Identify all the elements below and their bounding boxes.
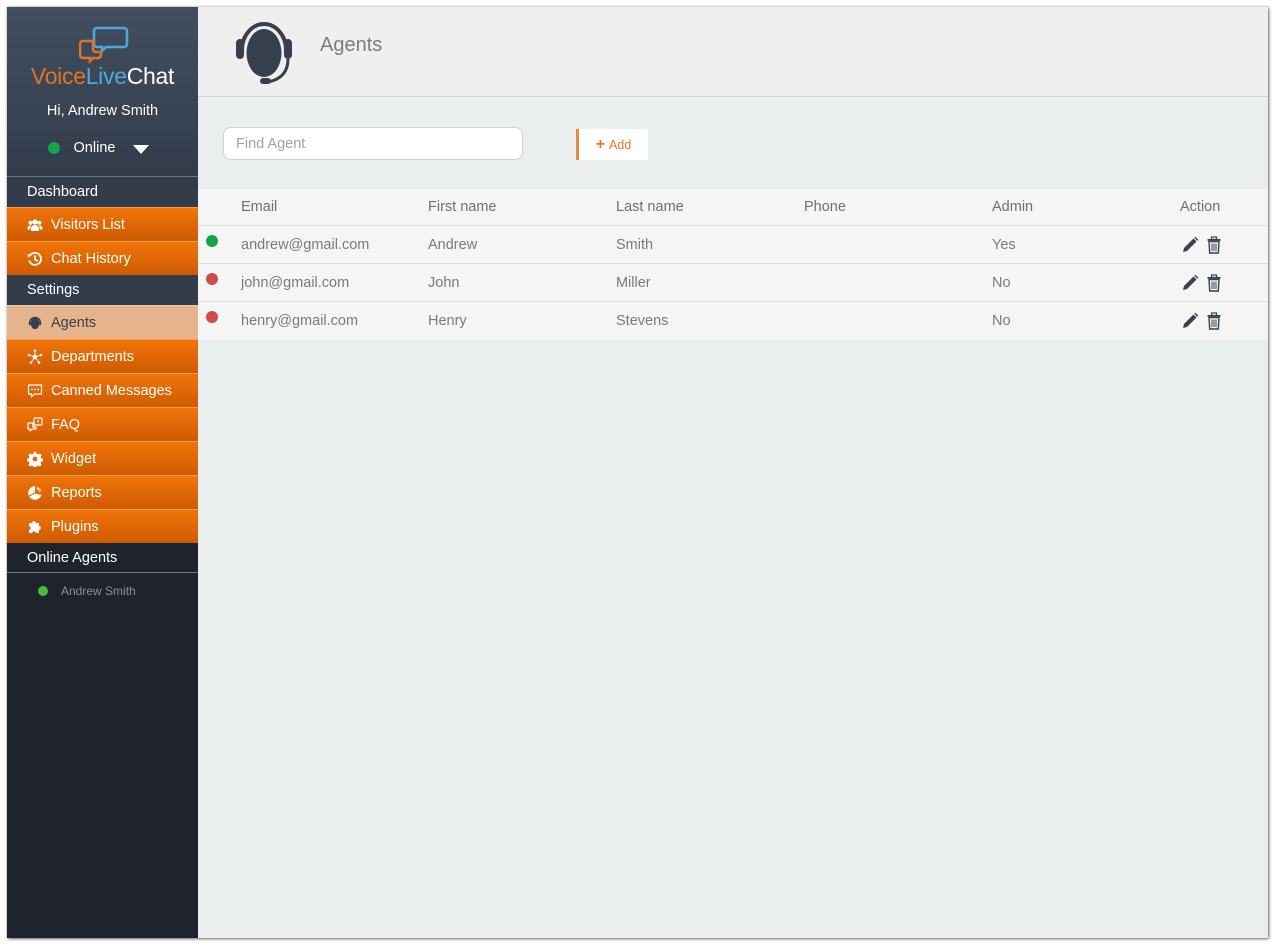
headset-icon (26, 314, 43, 331)
add-label: Add (609, 137, 632, 152)
online-agent-name: Andrew Smith (61, 584, 136, 598)
history-icon (26, 250, 43, 267)
online-agent-item[interactable]: Andrew Smith (7, 573, 198, 609)
sidebar-item-canned-messages[interactable]: Canned Messages (7, 373, 198, 407)
sidebar-item-visitors-list[interactable]: Visitors List (7, 207, 198, 241)
sidebar-item-label: Reports (51, 484, 102, 501)
sidebar-item-chat-history[interactable]: Chat History (7, 241, 198, 275)
gear-icon (26, 450, 43, 467)
status-selector[interactable]: Online (7, 138, 198, 158)
first-name-cell: Henry (428, 313, 467, 329)
first-name-cell: John (428, 274, 460, 291)
table-header-row: Email First name Last name Phone Admin A… (198, 189, 1268, 226)
admin-cell: No (992, 313, 1011, 329)
delete-trash-icon[interactable] (1205, 235, 1223, 254)
sidebar-item-label: Widget (51, 450, 97, 467)
status-dot-icon (206, 311, 218, 323)
main-content: Agents + Add Email First name Last name … (198, 7, 1268, 938)
sidebar-item-agents[interactable]: Agents (7, 305, 198, 339)
sidebar-item-label: Canned Messages (51, 382, 172, 399)
sidebar-item-label: Departments (51, 348, 135, 365)
brand-part-voice: Voice (30, 63, 86, 89)
page-header: Agents (198, 7, 1268, 97)
sidebar-item-label: Agents (51, 314, 97, 331)
column-header-phone[interactable]: Phone (804, 199, 846, 215)
sidebar-item-plugins[interactable]: Plugins (7, 509, 198, 543)
headset-icon (236, 22, 292, 84)
edit-pencil-icon[interactable] (1181, 274, 1199, 292)
edit-pencil-icon[interactable] (1181, 312, 1199, 330)
plus-icon: + (595, 135, 606, 153)
last-name-cell: Miller (616, 274, 651, 291)
sidebar-item-label: Plugins (51, 518, 99, 535)
sidebar-item-label: Chat History (51, 250, 131, 267)
section-settings: Settings (7, 275, 198, 305)
email-cell: andrew@gmail.com (241, 236, 370, 253)
sidebar-item-label: FAQ (51, 416, 81, 433)
sidebar-item-departments[interactable]: Departments (7, 339, 198, 373)
table-row[interactable]: andrew@gmail.com Andrew Smith Yes (198, 226, 1268, 264)
action-cell (1180, 273, 1223, 292)
column-header-admin[interactable]: Admin (992, 199, 1033, 215)
brand-part-chat: Chat (126, 63, 175, 89)
section-dashboard: Dashboard (7, 177, 198, 207)
last-name-cell: Smith (616, 236, 654, 253)
admin-cell: No (992, 274, 1011, 291)
network-icon (26, 348, 43, 365)
last-name-cell: Stevens (616, 313, 669, 329)
first-name-cell: Andrew (428, 236, 478, 253)
delete-trash-icon[interactable] (1205, 273, 1223, 292)
puzzle-icon (26, 518, 43, 535)
faq-icon (26, 416, 43, 433)
table-row[interactable]: henry@gmail.com Henry Stevens No (198, 302, 1268, 340)
brand-part-live: Live (85, 63, 127, 89)
column-header-last-name[interactable]: Last name (616, 199, 684, 215)
email-cell: john@gmail.com (241, 274, 350, 291)
sidebar: VoiceLiveChat Hi, Andrew Smith Online Da… (7, 7, 198, 938)
brand-panel: VoiceLiveChat Hi, Andrew Smith Online (7, 7, 198, 177)
chat-dots-icon (26, 382, 43, 399)
sidebar-item-reports[interactable]: Reports (7, 475, 198, 509)
users-icon (26, 216, 43, 233)
column-header-email[interactable]: Email (241, 199, 277, 215)
brand-name: VoiceLiveChat (7, 63, 198, 90)
caret-down-icon[interactable] (133, 144, 150, 154)
user-greeting: Hi, Andrew Smith (46, 103, 159, 119)
email-cell: henry@gmail.com (241, 313, 359, 329)
admin-cell: Yes (992, 236, 1016, 253)
sidebar-item-faq[interactable]: FAQ (7, 407, 198, 441)
table-row[interactable]: john@gmail.com John Miller No (198, 264, 1268, 302)
action-cell (1180, 312, 1223, 330)
app-window: VoiceLiveChat Hi, Andrew Smith Online Da… (7, 7, 1268, 938)
add-agent-button[interactable]: + Add (576, 129, 648, 160)
online-status-dot-icon (38, 586, 48, 596)
agents-table: Email First name Last name Phone Admin A… (198, 189, 1268, 340)
toolbar: + Add (198, 97, 1268, 189)
status-dot-icon (206, 273, 218, 285)
logo-chat-bubbles-icon (79, 26, 129, 64)
column-header-first-name[interactable]: First name (428, 199, 497, 215)
pie-chart-icon (26, 484, 43, 501)
page-title: Agents (320, 34, 383, 56)
sidebar-item-label: Visitors List (51, 216, 125, 233)
sidebar-item-widget[interactable]: Widget (7, 441, 198, 475)
delete-trash-icon[interactable] (1205, 312, 1223, 330)
section-online-agents: Online Agents (7, 543, 198, 573)
status-online-dot-icon (47, 142, 60, 154)
status-label: Online (73, 140, 116, 156)
find-agent-input[interactable] (223, 127, 523, 160)
edit-pencil-icon[interactable] (1181, 236, 1199, 254)
action-cell (1180, 235, 1223, 254)
status-dot-icon (206, 235, 218, 247)
column-header-action: Action (1180, 199, 1221, 215)
